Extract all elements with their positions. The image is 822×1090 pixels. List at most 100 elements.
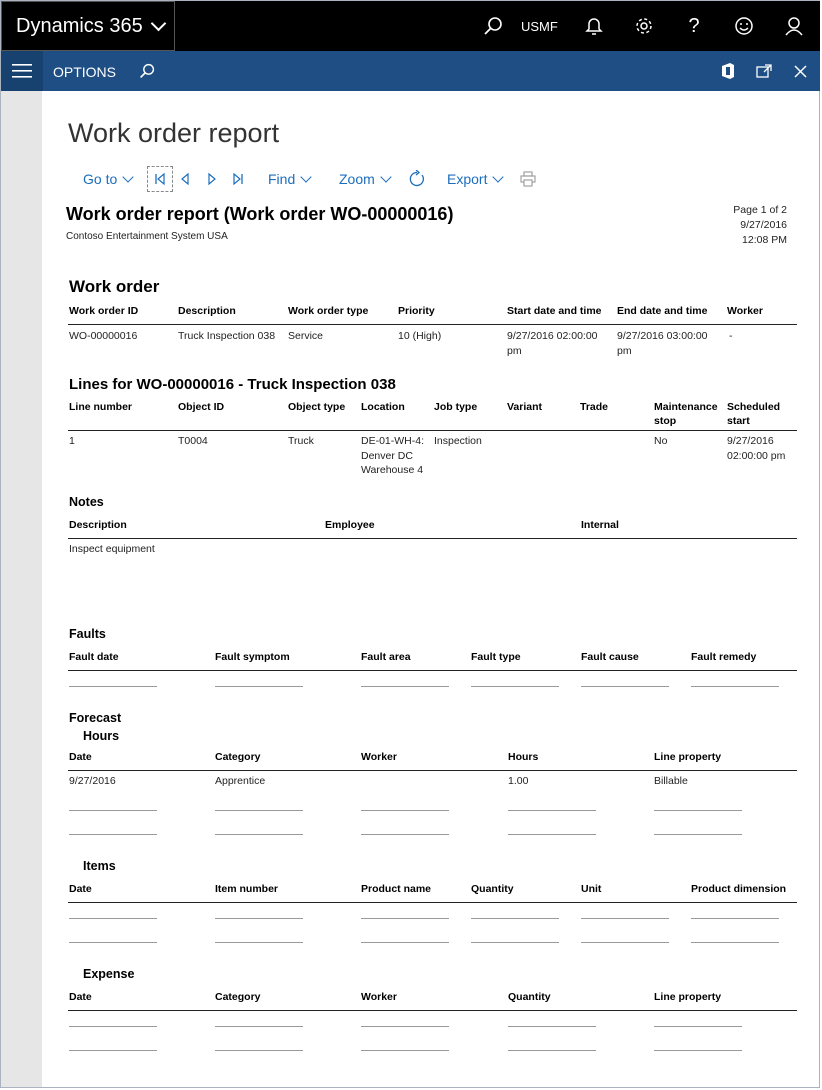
col-header: Date	[69, 883, 92, 895]
col-header: Work order ID	[69, 305, 139, 317]
user-icon[interactable]	[774, 1, 814, 51]
table-cell: T0004	[178, 435, 208, 447]
table-cell: 1	[69, 435, 75, 447]
lines-heading: Lines for WO-00000016 - Truck Inspection…	[69, 376, 396, 393]
empty-cell	[215, 1026, 303, 1027]
chevron-down-icon	[492, 170, 505, 183]
company-picker[interactable]: USMF	[521, 1, 558, 51]
options-bar: OPTIONS	[1, 51, 820, 91]
prev-page-icon[interactable]	[172, 166, 198, 192]
find-menu[interactable]: Find	[268, 169, 312, 189]
col-header: Priority	[398, 305, 435, 317]
empty-cell	[361, 942, 449, 943]
top-bar: Dynamics 365 USMF ?	[1, 1, 820, 51]
divider	[68, 538, 797, 539]
export-label: Export	[447, 171, 488, 187]
chevron-down-icon	[300, 170, 312, 183]
col-header: Fault date	[69, 651, 119, 663]
col-header: Quantity	[471, 883, 514, 895]
divider	[68, 430, 797, 431]
empty-cell	[508, 834, 596, 835]
empty-cell	[69, 686, 157, 687]
app-switcher[interactable]: Dynamics 365	[1, 1, 175, 51]
empty-cell	[471, 918, 559, 919]
zoom-menu[interactable]: Zoom	[339, 169, 392, 189]
empty-cell	[215, 942, 303, 943]
report-meta: Page 1 of 2 9/27/2016 12:08 PM	[733, 203, 787, 248]
col-header: Line property	[654, 991, 722, 1003]
empty-cell	[215, 810, 303, 811]
smiley-icon[interactable]	[724, 1, 764, 51]
help-icon[interactable]: ?	[674, 1, 714, 51]
notes-heading: Notes	[69, 495, 104, 509]
table-cell: 9/27/2016 03:00:00 pm	[617, 330, 708, 357]
empty-cell	[691, 686, 779, 687]
col-header: Worker	[361, 751, 397, 763]
col-header: Description	[69, 519, 127, 531]
col-header: Fault type	[471, 651, 521, 663]
empty-cell	[215, 918, 303, 919]
office-icon[interactable]	[713, 51, 743, 91]
empty-cell	[361, 1050, 449, 1051]
options-label[interactable]: OPTIONS	[53, 51, 116, 91]
col-header: Fault area	[361, 651, 411, 663]
col-header: Job type	[434, 401, 478, 413]
table-cell: -	[729, 330, 733, 342]
col-header: Location	[361, 401, 405, 413]
divider	[68, 770, 797, 771]
table-cell: WO-00000016	[69, 330, 138, 342]
first-page-icon[interactable]	[147, 166, 173, 192]
col-header: Object ID	[178, 401, 225, 413]
next-page-icon[interactable]	[199, 166, 225, 192]
empty-cell	[654, 834, 742, 835]
empty-cell	[69, 918, 157, 919]
col-header: Work order type	[288, 305, 369, 317]
last-page-icon[interactable]	[225, 166, 251, 192]
empty-cell	[581, 942, 669, 943]
table-cell: Billable	[654, 775, 688, 787]
goto-menu[interactable]: Go to	[83, 169, 134, 189]
gear-icon[interactable]	[624, 1, 664, 51]
close-icon[interactable]	[785, 51, 815, 91]
empty-cell	[69, 1050, 157, 1051]
table-cell: Inspection	[434, 435, 482, 447]
search-icon[interactable]	[132, 51, 162, 91]
col-header: Quantity	[508, 991, 551, 1003]
export-menu[interactable]: Export	[447, 169, 505, 189]
empty-cell	[69, 834, 157, 835]
table-cell: 9/27/2016	[69, 775, 116, 787]
empty-cell	[654, 1050, 742, 1051]
forecast-heading: Forecast	[69, 711, 122, 725]
empty-cell	[691, 942, 779, 943]
col-header: Unit	[581, 883, 602, 895]
empty-cell	[508, 810, 596, 811]
hamburger-icon[interactable]	[1, 51, 43, 91]
search-icon[interactable]	[473, 1, 513, 51]
col-header: Variant	[507, 401, 543, 413]
divider	[68, 1010, 797, 1011]
col-header: Start date and time	[507, 305, 602, 317]
table-cell: No	[654, 435, 668, 447]
empty-cell	[361, 1026, 449, 1027]
divider	[68, 670, 797, 671]
empty-cell	[471, 686, 559, 687]
popout-icon[interactable]	[749, 51, 779, 91]
empty-cell	[654, 810, 742, 811]
table-cell: DE-01-WH-4: Denver DC Warehouse 4	[361, 435, 425, 476]
page-title: Work order report	[68, 118, 280, 148]
col-header: Worker	[727, 305, 763, 317]
empty-cell	[654, 1026, 742, 1027]
chevron-down-icon	[122, 170, 134, 183]
print-icon[interactable]	[515, 166, 541, 192]
empty-cell	[69, 1026, 157, 1027]
bell-icon[interactable]	[574, 1, 614, 51]
empty-cell	[215, 686, 303, 687]
col-header: Hours	[508, 751, 539, 763]
empty-cell	[69, 942, 157, 943]
table-cell: 10 (High)	[398, 330, 442, 342]
refresh-icon[interactable]	[404, 166, 430, 192]
table-cell: 1.00	[508, 775, 529, 787]
empty-cell	[361, 686, 449, 687]
divider	[68, 324, 797, 325]
expense-heading: Expense	[83, 967, 135, 981]
